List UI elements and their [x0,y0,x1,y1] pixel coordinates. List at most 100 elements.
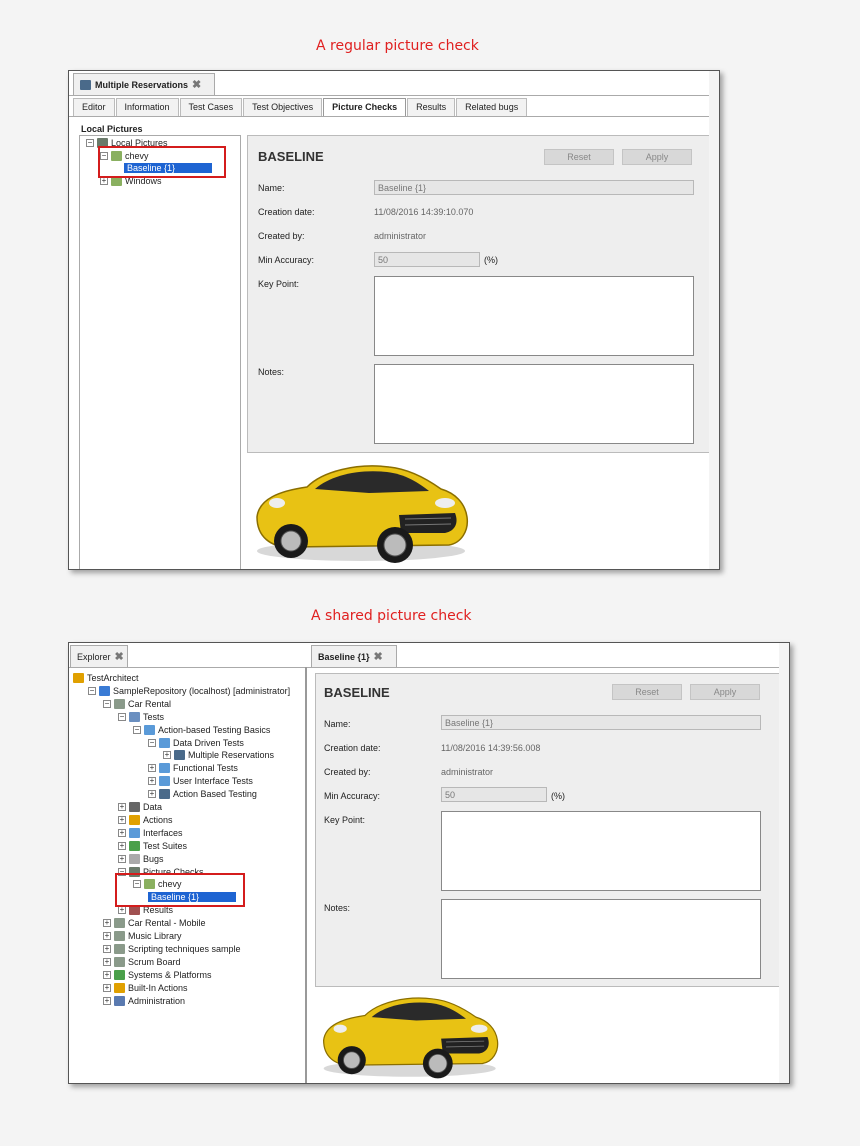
expand-collapse-icon[interactable]: − [118,712,126,721]
key-point-label: Key Point: [324,815,366,825]
reset-button[interactable]: Reset [612,684,682,700]
bugs-icon [129,853,140,864]
expand-collapse-icon[interactable]: + [148,790,156,799]
tree-row[interactable]: + Action Based Testing [148,789,257,800]
key-point-textarea[interactable] [374,276,694,356]
tree-row-label: Multiple Reservations [188,750,275,761]
expand-collapse-icon[interactable]: + [103,932,111,940]
expand-collapse-icon[interactable]: − [133,725,141,734]
collapse-icon[interactable]: − [86,139,94,147]
tree-row[interactable]: − Car Rental [103,698,172,709]
tree-row[interactable]: + Music Library [103,931,182,941]
close-icon[interactable]: ✖ [115,650,124,663]
expand-collapse-icon[interactable]: + [103,970,111,979]
tree-row[interactable]: − SampleRepository (localhost) [administr… [88,685,290,696]
expand-collapse-icon[interactable]: + [103,944,111,953]
tab-related-bugs[interactable]: Related bugs [456,98,528,116]
apply-button[interactable]: Apply [622,149,692,165]
tree-row-label: Action Based Testing [173,789,257,800]
expand-collapse-icon[interactable]: + [103,983,111,992]
torn-edge [779,643,789,1083]
tree-row-label: Action-based Testing Basics [158,724,271,735]
tree-row[interactable]: TestArchitect [73,673,139,683]
systems-icon [114,969,125,980]
creation-date-label: Creation date: [324,743,381,753]
explorer-tab[interactable]: Explorer ✖ [70,645,128,667]
tab-picture-checks[interactable]: Picture Checks [323,98,407,116]
expand-collapse-icon[interactable]: − [103,699,111,708]
test-module-icon [80,79,91,90]
expand-collapse-icon[interactable]: + [148,764,156,773]
repository-icon [99,685,110,696]
key-point-textarea[interactable] [441,811,761,891]
tree-row[interactable]: + Built-In Actions [103,982,188,993]
tree-row-label: Car Rental [128,698,172,709]
expand-collapse-icon[interactable]: + [103,957,111,966]
bottom-screenshot: Explorer ✖ Baseline {1} ✖ TestArchitect −… [68,642,790,1084]
folder-icon [159,737,170,748]
tab-editor[interactable]: Editor [73,98,115,116]
test-module-icon [174,750,185,761]
tree-row[interactable]: + Car Rental - Mobile [103,918,206,929]
tree-row[interactable]: + Systems & Platforms [103,969,212,980]
test-module-icon [159,789,170,800]
tree-row[interactable]: + Administration [103,995,185,1006]
tree-row[interactable]: + Actions [118,814,173,825]
folder-icon [144,724,155,735]
tree-row[interactable]: + Test Suites [118,840,188,851]
expand-collapse-icon[interactable]: + [118,815,126,824]
tree-row[interactable]: − Data Driven Tests [148,737,244,748]
tree-row[interactable]: + Interfaces [118,827,183,838]
folder-icon [159,763,170,774]
min-accuracy-field[interactable]: 50 [441,787,547,802]
expand-icon[interactable]: + [100,177,108,185]
key-point-label: Key Point: [258,279,300,289]
tree-row[interactable]: − Action-based Testing Basics [133,724,271,735]
created-by-label: Created by: [258,231,305,241]
expand-collapse-icon[interactable]: + [118,828,126,837]
expand-collapse-icon[interactable]: − [148,738,156,747]
expand-collapse-icon[interactable]: + [118,841,126,850]
min-accuracy-field[interactable]: 50 [374,252,480,267]
tree-row[interactable]: − Tests [118,711,165,722]
tree-row-label: Test Suites [143,840,188,851]
tree-row[interactable]: + Scripting techniques sample [103,943,241,954]
doc-tab-multiple-reservations[interactable]: Multiple Reservations ✖ [73,73,215,95]
name-field[interactable]: Baseline {1} [374,180,694,195]
expand-collapse-icon[interactable]: + [103,919,111,928]
tree-row-label: Actions [143,814,173,825]
tab-information[interactable]: Information [115,98,179,116]
expand-collapse-icon[interactable]: + [118,803,126,811]
name-field[interactable]: Baseline {1} [441,715,761,730]
tree-row[interactable]: + Functional Tests [148,763,238,774]
close-icon[interactable]: ✖ [374,650,383,663]
baseline-editor-tab[interactable]: Baseline {1} ✖ [311,645,397,667]
tab-test-objectives[interactable]: Test Objectives [243,98,323,116]
tab-test-cases[interactable]: Test Cases [179,98,243,116]
tree-row[interactable]: + Multiple Reservations [163,750,275,761]
close-icon[interactable]: ✖ [192,78,201,91]
apply-button[interactable]: Apply [690,684,760,700]
expand-collapse-icon[interactable]: + [118,854,126,863]
expand-collapse-icon[interactable]: + [118,906,126,915]
tree-row-label: User Interface Tests [173,776,253,787]
tree-row-label: Tests [143,711,165,722]
tree-row[interactable]: + Data [118,802,162,812]
expand-collapse-icon[interactable]: + [148,777,156,786]
tree-row-label: Functional Tests [173,763,238,774]
creation-date-value: 11/08/2016 14:39:56.008 [441,743,541,753]
tree-row[interactable]: + Bugs [118,853,164,864]
tree-row[interactable]: + Scrum Board [103,956,181,967]
percent-label: (%) [484,255,498,265]
pane-divider[interactable] [305,667,307,1083]
reset-button[interactable]: Reset [544,149,614,165]
notes-textarea[interactable] [374,364,694,444]
notes-textarea[interactable] [441,899,761,979]
tree-row[interactable]: + User Interface Tests [148,776,253,787]
expand-collapse-icon[interactable]: + [103,996,111,1005]
expand-collapse-icon[interactable]: + [163,751,171,760]
expand-collapse-icon[interactable]: − [88,686,96,695]
tests-icon [129,711,140,722]
tab-results[interactable]: Results [407,98,456,116]
highlight-box [115,873,245,907]
